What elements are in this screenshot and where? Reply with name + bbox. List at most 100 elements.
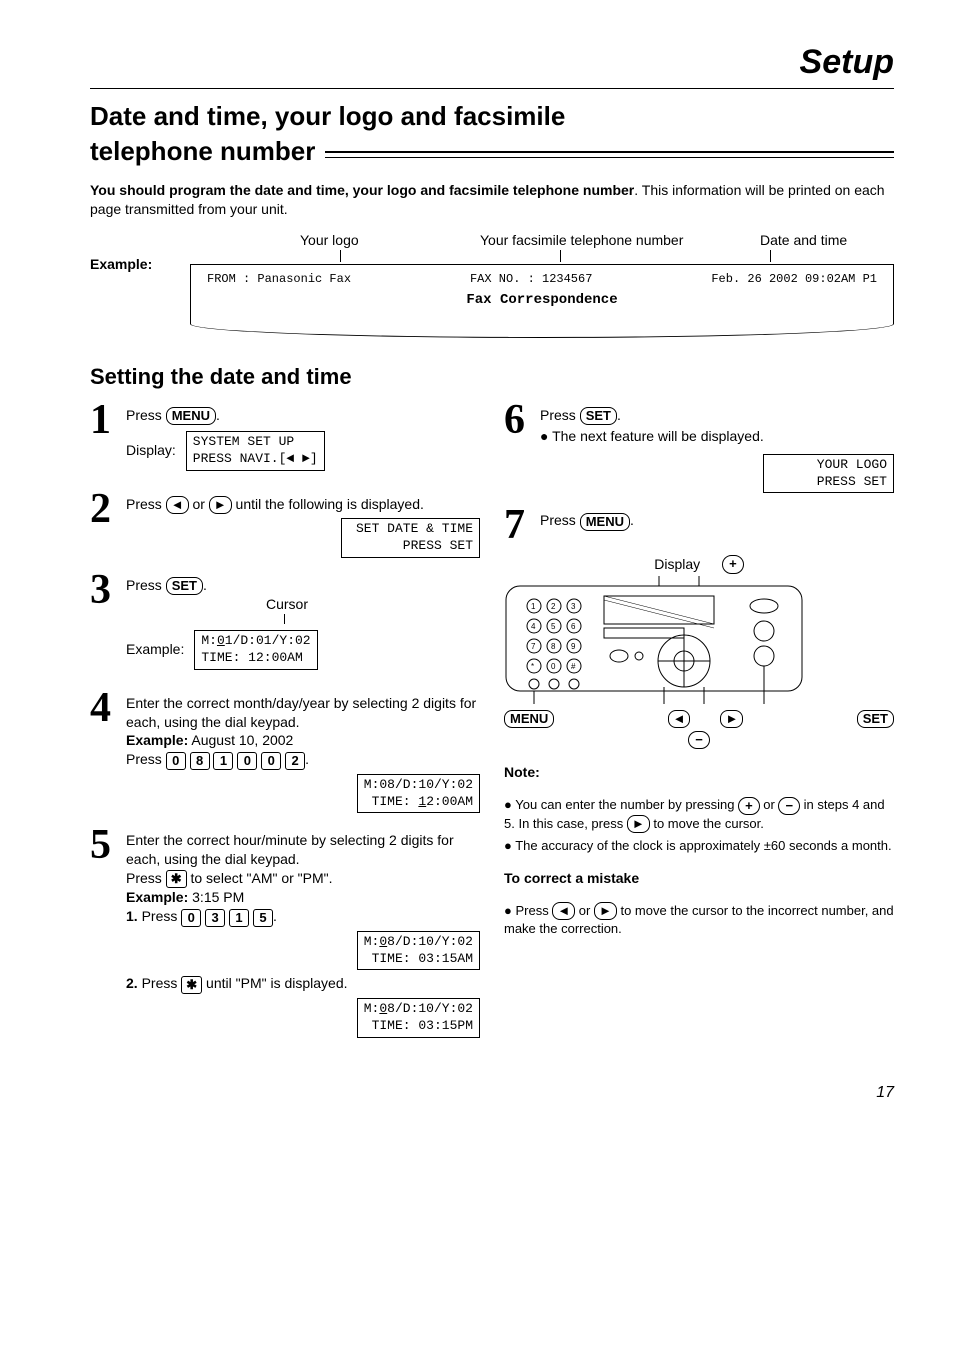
note-2: The accuracy of the clock is approximate…	[504, 837, 894, 855]
s5-ex-val: 3:15 PM	[188, 889, 244, 905]
svg-text:9: 9	[571, 642, 576, 651]
subheading: Setting the date and time	[90, 362, 894, 392]
s3-a: Press	[126, 577, 166, 593]
cursor-label: Cursor	[266, 595, 480, 614]
left-arrow-button-2: ◄	[552, 902, 575, 920]
svg-text:#: #	[571, 662, 576, 671]
s5-l2: 2.	[126, 975, 138, 991]
svg-text:7: 7	[531, 642, 536, 651]
example-lbl: Example:	[126, 640, 184, 659]
right-arrow-button: ►	[209, 496, 232, 514]
intro-paragraph: You should program the date and time, yo…	[90, 181, 894, 219]
s3-lcd: M:01/D:01/Y:02 TIME: 12:00AM	[194, 630, 317, 670]
device-illustration: Display + 123 456 789 *0#	[504, 555, 894, 749]
s5-l2b: until "PM" is displayed.	[202, 975, 347, 991]
s6-b: .	[617, 407, 621, 423]
svg-text:8: 8	[551, 642, 556, 651]
s5-ex-label: Example:	[126, 889, 188, 905]
set-button-2: SET	[580, 407, 617, 425]
plus-button: +	[738, 797, 760, 815]
page-number: 17	[90, 1082, 894, 1104]
menu-button-2: MENU	[580, 513, 630, 531]
key-0d: 0	[181, 909, 201, 927]
s6-bullet: The next feature will be displayed.	[540, 427, 894, 446]
s4-press: Press	[126, 751, 166, 767]
callout-datetime: Date and time	[760, 231, 847, 250]
star-key: ✱	[166, 870, 187, 888]
svg-text:1: 1	[531, 602, 536, 611]
correct-heading: To correct a mistake	[504, 870, 639, 886]
svg-text:*: *	[531, 662, 534, 671]
key-1: 1	[213, 752, 233, 770]
callout-faxno: Your facsimile telephone number	[480, 231, 720, 250]
star-key-2: ✱	[181, 976, 202, 994]
s7-a: Press	[540, 512, 580, 528]
s5-l1-press: Press	[138, 908, 182, 924]
svg-text:5: 5	[551, 622, 556, 631]
faxhdr-from: FROM : Panasonic Fax	[207, 271, 351, 287]
s1-text-b: .	[216, 407, 220, 423]
svg-text:6: 6	[571, 622, 576, 631]
s5-l1-dot: .	[273, 908, 277, 924]
s2-b: until the following is displayed.	[232, 496, 424, 512]
s2-lcd: SET DATE & TIME PRESS SET	[341, 518, 480, 558]
example-block: Example: Your logo Your facsimile teleph…	[90, 231, 894, 338]
faxhdr-title: Fax Correspondence	[201, 287, 883, 320]
s6-lcd: YOUR LOGO PRESS SET	[763, 454, 894, 494]
fax-device-icon: 123 456 789 *0#	[504, 576, 804, 706]
key-1b: 1	[229, 909, 249, 927]
key-8: 8	[190, 752, 210, 770]
step-7-number: 7	[504, 507, 540, 545]
dev-left-arrow: ◄	[668, 710, 691, 728]
svg-text:4: 4	[531, 622, 536, 631]
s3-b: .	[203, 577, 207, 593]
s4-text: Enter the correct month/day/year by sele…	[126, 695, 476, 730]
left-column: 1 Press MENU. Display: SYSTEM SET UP PRE…	[90, 402, 480, 1052]
note-heading: Note:	[504, 764, 540, 780]
s1-lcd: SYSTEM SET UP PRESS NAVI.[◄ ►]	[186, 431, 325, 471]
left-arrow-button: ◄	[166, 496, 189, 514]
svg-text:0: 0	[551, 662, 556, 671]
dev-display-label: Display	[654, 555, 700, 574]
example-label: Example:	[90, 231, 190, 274]
step-4-number: 4	[90, 690, 126, 728]
key-0c: 0	[261, 752, 281, 770]
right-column: 6 Press SET. The next feature will be di…	[504, 402, 894, 1052]
step-2-number: 2	[90, 491, 126, 529]
display-label: Display:	[126, 441, 176, 460]
s5-text: Enter the correct hour/minute by selecti…	[126, 832, 454, 867]
dev-right-arrow: ►	[720, 710, 743, 728]
right-arrow-button-2: ►	[627, 815, 650, 833]
dev-set-label: SET	[857, 710, 894, 728]
main-heading-line1: Date and time, your logo and facsimile	[90, 99, 894, 134]
s5-lcd1: M:08/D:10/Y:02 TIME: 03:15AM	[357, 931, 480, 971]
s2-a: Press	[126, 496, 166, 512]
s6-a: Press	[540, 407, 580, 423]
s7-b: .	[630, 512, 634, 528]
svg-text:3: 3	[571, 602, 576, 611]
step-3-number: 3	[90, 572, 126, 610]
key-2: 2	[285, 752, 305, 770]
minus-button-icon: −	[688, 731, 710, 749]
key-3: 3	[205, 909, 225, 927]
heading-text-1: Date and time, your logo and facsimile	[90, 101, 565, 131]
faxhdr-faxno: FAX NO. : 1234567	[470, 271, 592, 287]
main-heading-line2: telephone number	[90, 134, 315, 169]
page-title: Setup	[90, 40, 894, 89]
heading-rule	[325, 151, 894, 158]
key-0: 0	[166, 752, 186, 770]
note-1: You can enter the number by pressing + o…	[504, 796, 894, 833]
s5-t2a: Press	[126, 870, 166, 886]
right-arrow-button-3: ►	[594, 902, 617, 920]
step-1-number: 1	[90, 402, 126, 440]
s4-ex-val: August 10, 2002	[188, 732, 293, 748]
step-5-number: 5	[90, 827, 126, 865]
s2-mid: or	[189, 496, 209, 512]
intro-bold: You should program the date and time, yo…	[90, 182, 634, 198]
s5-lcd2: M:08/D:10/Y:02 TIME: 03:15PM	[357, 998, 480, 1038]
callout-logo: Your logo	[300, 231, 440, 250]
s5-l2a: Press	[138, 975, 182, 991]
faxhdr-date: Feb. 26 2002 09:02AM P1	[711, 271, 877, 287]
set-button: SET	[166, 577, 203, 595]
s5-l1: 1.	[126, 908, 138, 924]
